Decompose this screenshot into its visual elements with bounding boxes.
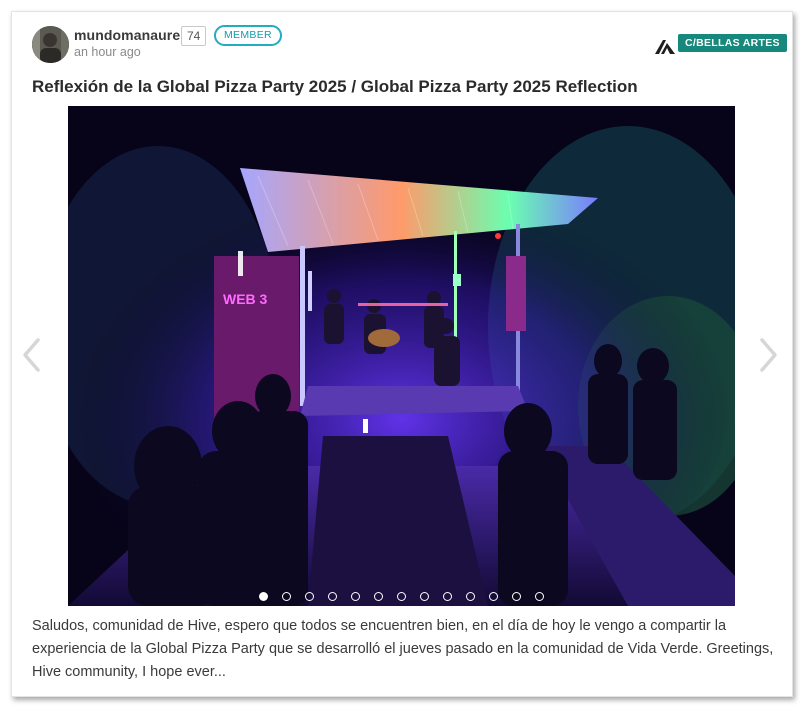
carousel-dot[interactable] (420, 592, 429, 601)
carousel-dot[interactable] (374, 592, 383, 601)
reputation-score: 74 (181, 26, 207, 46)
member-badge: MEMBER (214, 25, 282, 46)
hive-logo-icon[interactable] (655, 37, 675, 54)
chevron-right-icon[interactable] (759, 337, 779, 373)
carousel-dot[interactable] (512, 592, 521, 601)
avatar-image (32, 26, 69, 63)
post-timestamp[interactable]: an hour ago (74, 45, 141, 59)
carousel-dot[interactable] (397, 592, 406, 601)
carousel-dot[interactable] (443, 592, 452, 601)
svg-text:WEB 3: WEB 3 (223, 291, 268, 307)
carousel-dot[interactable] (328, 592, 337, 601)
carousel-dot[interactable] (351, 592, 360, 601)
post-card[interactable]: mundomanaure 74 MEMBER an hour ago C/BEL… (11, 11, 793, 697)
avatar[interactable] (32, 26, 69, 63)
post-image[interactable]: WEB 3 (68, 106, 735, 606)
carousel-dot[interactable] (466, 592, 475, 601)
carousel-dot[interactable] (282, 592, 291, 601)
carousel-dot[interactable] (259, 592, 268, 601)
carousel-dot[interactable] (535, 592, 544, 601)
chevron-left-icon[interactable] (21, 337, 41, 373)
image-carousel[interactable]: WEB 3 (68, 106, 735, 606)
carousel-pagination (68, 592, 735, 601)
post-excerpt[interactable]: Saludos, comunidad de Hive, espero que t… (32, 615, 777, 684)
author-username[interactable]: mundomanaure (74, 27, 180, 43)
carousel-dot[interactable] (305, 592, 314, 601)
community-badge[interactable]: C/BELLAS ARTES (678, 34, 787, 52)
post-title[interactable]: Reflexión de la Global Pizza Party 2025 … (32, 77, 638, 97)
carousel-dot[interactable] (489, 592, 498, 601)
